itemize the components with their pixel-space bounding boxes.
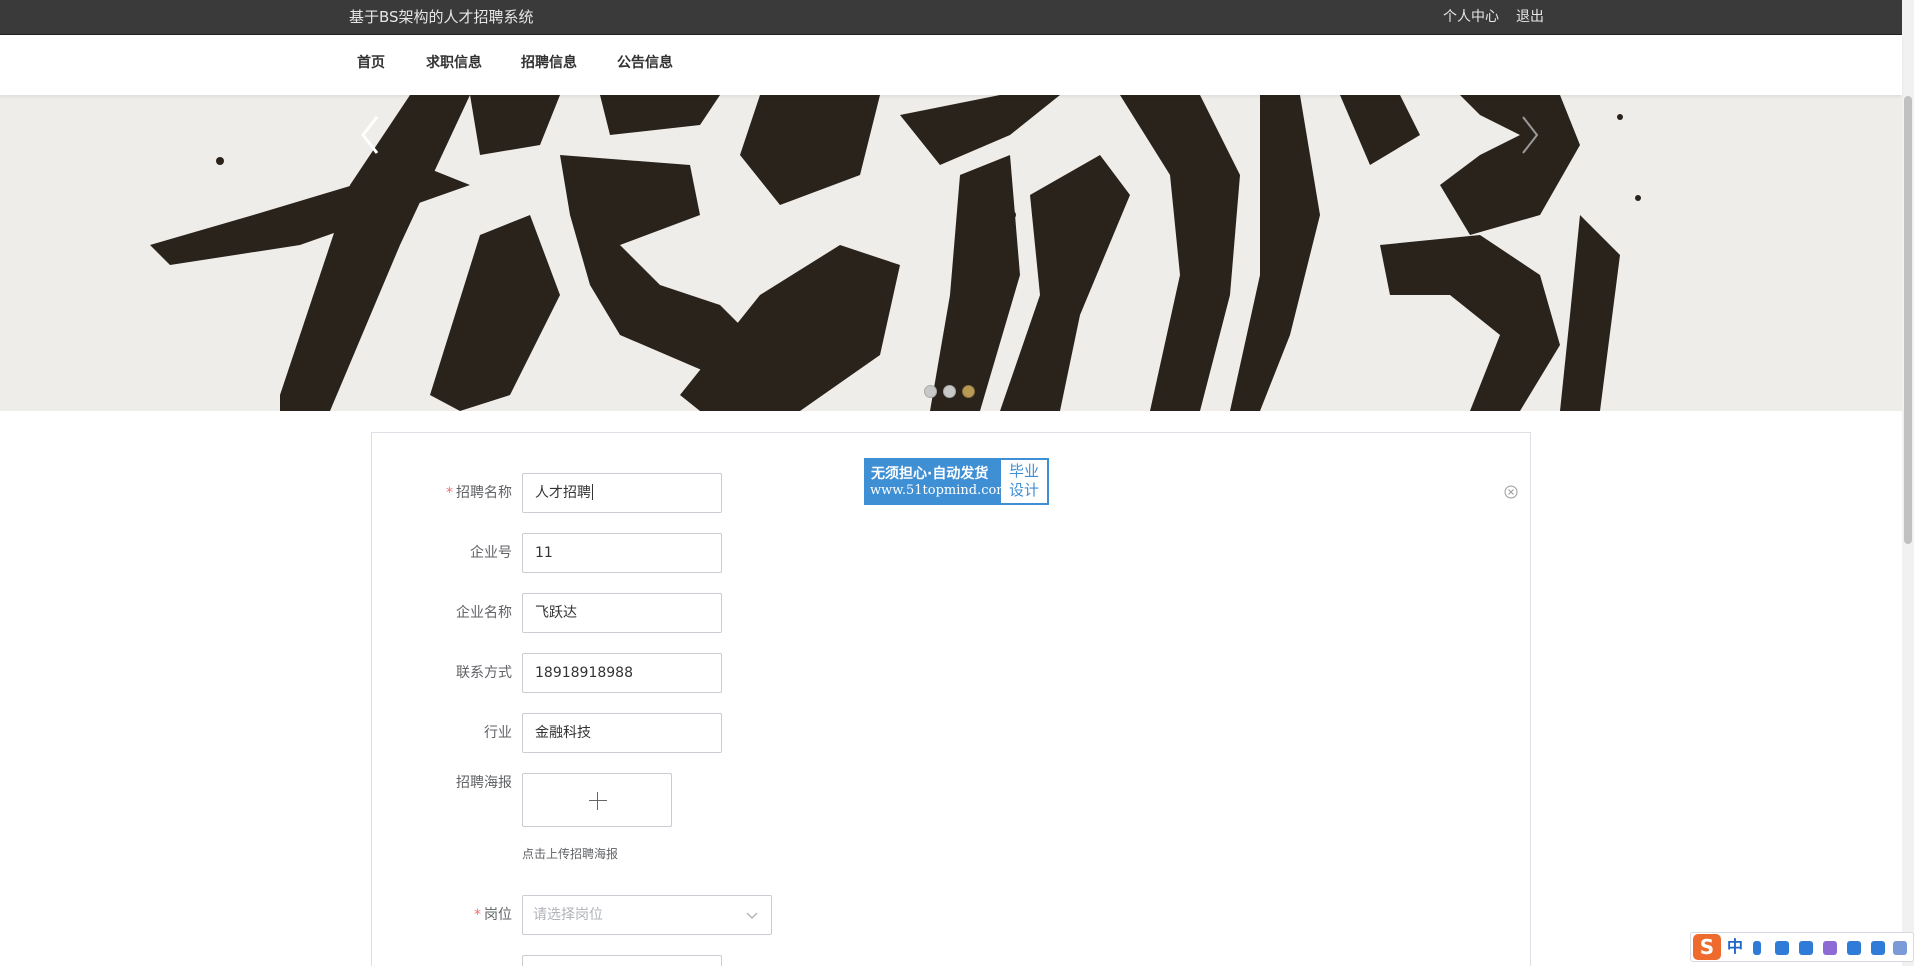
- company-id-input[interactable]: 11: [522, 533, 722, 573]
- nav-item-job-seeking[interactable]: 求职信息: [426, 35, 482, 91]
- ime-mode-toggle[interactable]: 中: [1727, 936, 1743, 958]
- watermark-side-line2: 设计: [1008, 481, 1039, 499]
- carousel-dot-1[interactable]: [924, 385, 937, 398]
- poster-upload-button[interactable]: [522, 773, 672, 827]
- banner-calligraphy-image: [0, 95, 1902, 411]
- carousel-dot-3[interactable]: [962, 385, 975, 398]
- contact-input[interactable]: 18918918988: [522, 653, 722, 693]
- settings-icon[interactable]: [1893, 941, 1907, 955]
- poster-upload-hint: 点击上传招聘海报: [522, 847, 619, 861]
- main-nav: 首页 求职信息 招聘信息 公告信息: [0, 35, 1902, 95]
- close-circle-icon[interactable]: [1504, 485, 1518, 499]
- position-label: * 岗位: [474, 907, 512, 923]
- keyboard-icon[interactable]: [1799, 941, 1813, 955]
- carousel-next-arrow-icon[interactable]: [1505, 95, 1555, 175]
- punctuation-icon[interactable]: [1753, 941, 1761, 955]
- toolbox-icon[interactable]: [1871, 941, 1885, 955]
- nav-item-home[interactable]: 首页: [357, 35, 385, 91]
- company-name-input[interactable]: 飞跃达: [522, 593, 722, 633]
- top-bar: 基于BS架构的人才招聘系统 个人中心 退出: [0, 0, 1902, 35]
- industry-input[interactable]: 金融科技: [522, 713, 722, 753]
- plus-icon: [589, 800, 607, 801]
- scrollbar-thumb[interactable]: [1904, 96, 1912, 544]
- contact-label: 联系方式: [456, 665, 512, 681]
- watermark-line1: 无须担心·自动发货: [871, 466, 989, 482]
- page-scrollbar[interactable]: [1902, 0, 1914, 966]
- watermark-side-line1: 毕业: [1008, 462, 1039, 480]
- next-field-input[interactable]: [522, 955, 722, 966]
- chevron-down-icon: [746, 912, 758, 919]
- ime-logo-icon[interactable]: S: [1693, 934, 1721, 960]
- nav-item-announcements[interactable]: 公告信息: [617, 35, 673, 91]
- carousel-prev-arrow-icon[interactable]: [345, 95, 395, 175]
- watermark-url: www.51topmind.com: [870, 483, 1009, 498]
- carousel-dot-2[interactable]: [943, 385, 956, 398]
- company-name-label: 企业名称: [456, 605, 512, 621]
- text-caret: [592, 484, 593, 500]
- personal-center-link[interactable]: 个人中心: [1443, 0, 1499, 34]
- logout-link[interactable]: 退出: [1516, 0, 1544, 34]
- site-title: 基于BS架构的人才招聘系统: [349, 8, 534, 26]
- position-select-placeholder: 请选择岗位: [533, 907, 603, 923]
- recruitment-form: * 招聘名称 人才招聘 企业号 11 企业名称 飞跃达 联系方式 18918918…: [371, 432, 1531, 966]
- poster-label: 招聘海报: [456, 775, 512, 791]
- job-title-input[interactable]: 人才招聘: [522, 473, 722, 513]
- company-id-label: 企业号: [470, 545, 512, 561]
- industry-label: 行业: [484, 725, 512, 741]
- banner-carousel: [0, 95, 1902, 411]
- position-select[interactable]: 请选择岗位: [522, 895, 772, 935]
- watermark-badge: 无须担心·自动发货 www.51topmind.com 毕业 设计: [864, 458, 1049, 505]
- microphone-icon[interactable]: [1775, 941, 1789, 955]
- ime-toolbar: S 中: [1690, 932, 1914, 962]
- game-icon[interactable]: [1847, 941, 1861, 955]
- job-title-label: * 招聘名称: [446, 485, 512, 501]
- required-mark: *: [446, 485, 453, 501]
- nav-item-recruitment[interactable]: 招聘信息: [521, 35, 577, 91]
- skin-icon[interactable]: [1823, 941, 1837, 955]
